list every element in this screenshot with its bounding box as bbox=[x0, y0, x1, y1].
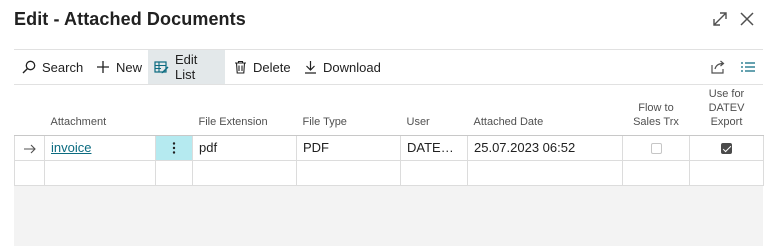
column-header-use-for-datev-export[interactable]: Use for DATEV Export bbox=[689, 85, 764, 136]
empty-cell[interactable] bbox=[14, 160, 45, 186]
delete-button[interactable]: Delete bbox=[228, 50, 297, 84]
column-header-user[interactable]: User bbox=[400, 85, 468, 136]
plus-icon bbox=[96, 60, 110, 74]
attachments-table: Attachment File Extension File Type User… bbox=[14, 85, 764, 186]
attached-date-cell[interactable]: 25.07.2023 06:52 bbox=[467, 134, 623, 161]
flow-to-sales-trx-cell bbox=[622, 134, 690, 161]
column-header-flow-to-sales-trx[interactable]: Flow to Sales Trx bbox=[622, 85, 690, 136]
expand-icon[interactable] bbox=[711, 10, 731, 30]
list-view-icon[interactable] bbox=[740, 59, 758, 75]
download-button[interactable]: Download bbox=[298, 50, 387, 84]
header-line: Export bbox=[710, 115, 743, 128]
use-for-datev-export-checkbox[interactable] bbox=[721, 143, 732, 155]
column-header-file-extension[interactable]: File Extension bbox=[192, 85, 297, 136]
table-row[interactable]: invoice pdf PDF DATEV\F... 25.07.2023 06… bbox=[14, 134, 764, 161]
attachment-cell[interactable]: invoice bbox=[44, 134, 156, 161]
edit-list-icon bbox=[154, 60, 169, 74]
empty-cell[interactable] bbox=[689, 160, 764, 186]
edit-list-button[interactable]: Edit List bbox=[148, 50, 225, 84]
new-label: New bbox=[116, 59, 143, 75]
row-selector[interactable] bbox=[14, 134, 45, 161]
empty-cell[interactable] bbox=[400, 160, 468, 186]
new-button[interactable]: New bbox=[90, 50, 148, 84]
empty-cell[interactable] bbox=[622, 160, 690, 186]
use-for-datev-export-cell bbox=[689, 134, 764, 161]
column-header-attached-date[interactable]: Attached Date bbox=[467, 85, 623, 136]
delete-label: Delete bbox=[253, 59, 291, 75]
edit-list-label: Edit List bbox=[175, 52, 198, 82]
download-label: Download bbox=[323, 59, 381, 75]
file-type-cell[interactable]: PDF bbox=[296, 134, 401, 161]
empty-cell[interactable] bbox=[44, 160, 156, 186]
column-header-selector bbox=[14, 85, 45, 136]
empty-cell[interactable] bbox=[192, 160, 297, 186]
column-header-attachment[interactable]: Attachment bbox=[44, 85, 156, 136]
file-extension-cell[interactable]: pdf bbox=[192, 134, 297, 161]
arrow-right-icon bbox=[23, 140, 37, 155]
header-line: Sales Trx bbox=[633, 115, 679, 128]
column-header-actions bbox=[155, 85, 193, 136]
header-line: Flow to bbox=[638, 101, 674, 114]
row-actions-button[interactable] bbox=[155, 134, 193, 161]
download-icon bbox=[304, 60, 317, 74]
empty-cell[interactable] bbox=[296, 160, 401, 186]
grid-area: Attachment File Extension File Type User… bbox=[14, 85, 764, 246]
page-title: Edit - Attached Documents bbox=[14, 9, 246, 29]
share-icon[interactable] bbox=[710, 59, 728, 75]
empty-cell[interactable] bbox=[467, 160, 623, 186]
action-bar: Search New Edit List Delete Download bbox=[14, 49, 763, 85]
search-label: Search bbox=[42, 59, 84, 75]
trash-icon bbox=[234, 60, 247, 74]
header-line: Use for bbox=[708, 87, 745, 100]
column-header-file-type[interactable]: File Type bbox=[296, 85, 401, 136]
search-icon bbox=[22, 60, 36, 74]
search-button[interactable]: Search bbox=[16, 50, 89, 84]
ellipsis-vertical-icon bbox=[172, 140, 176, 155]
table-row-empty[interactable] bbox=[14, 160, 764, 186]
close-icon[interactable] bbox=[738, 10, 758, 30]
header-line: DATEV bbox=[708, 101, 745, 114]
flow-to-sales-trx-checkbox[interactable] bbox=[650, 143, 662, 155]
user-cell[interactable]: DATEV\F... bbox=[400, 134, 468, 161]
empty-cell[interactable] bbox=[155, 160, 193, 186]
